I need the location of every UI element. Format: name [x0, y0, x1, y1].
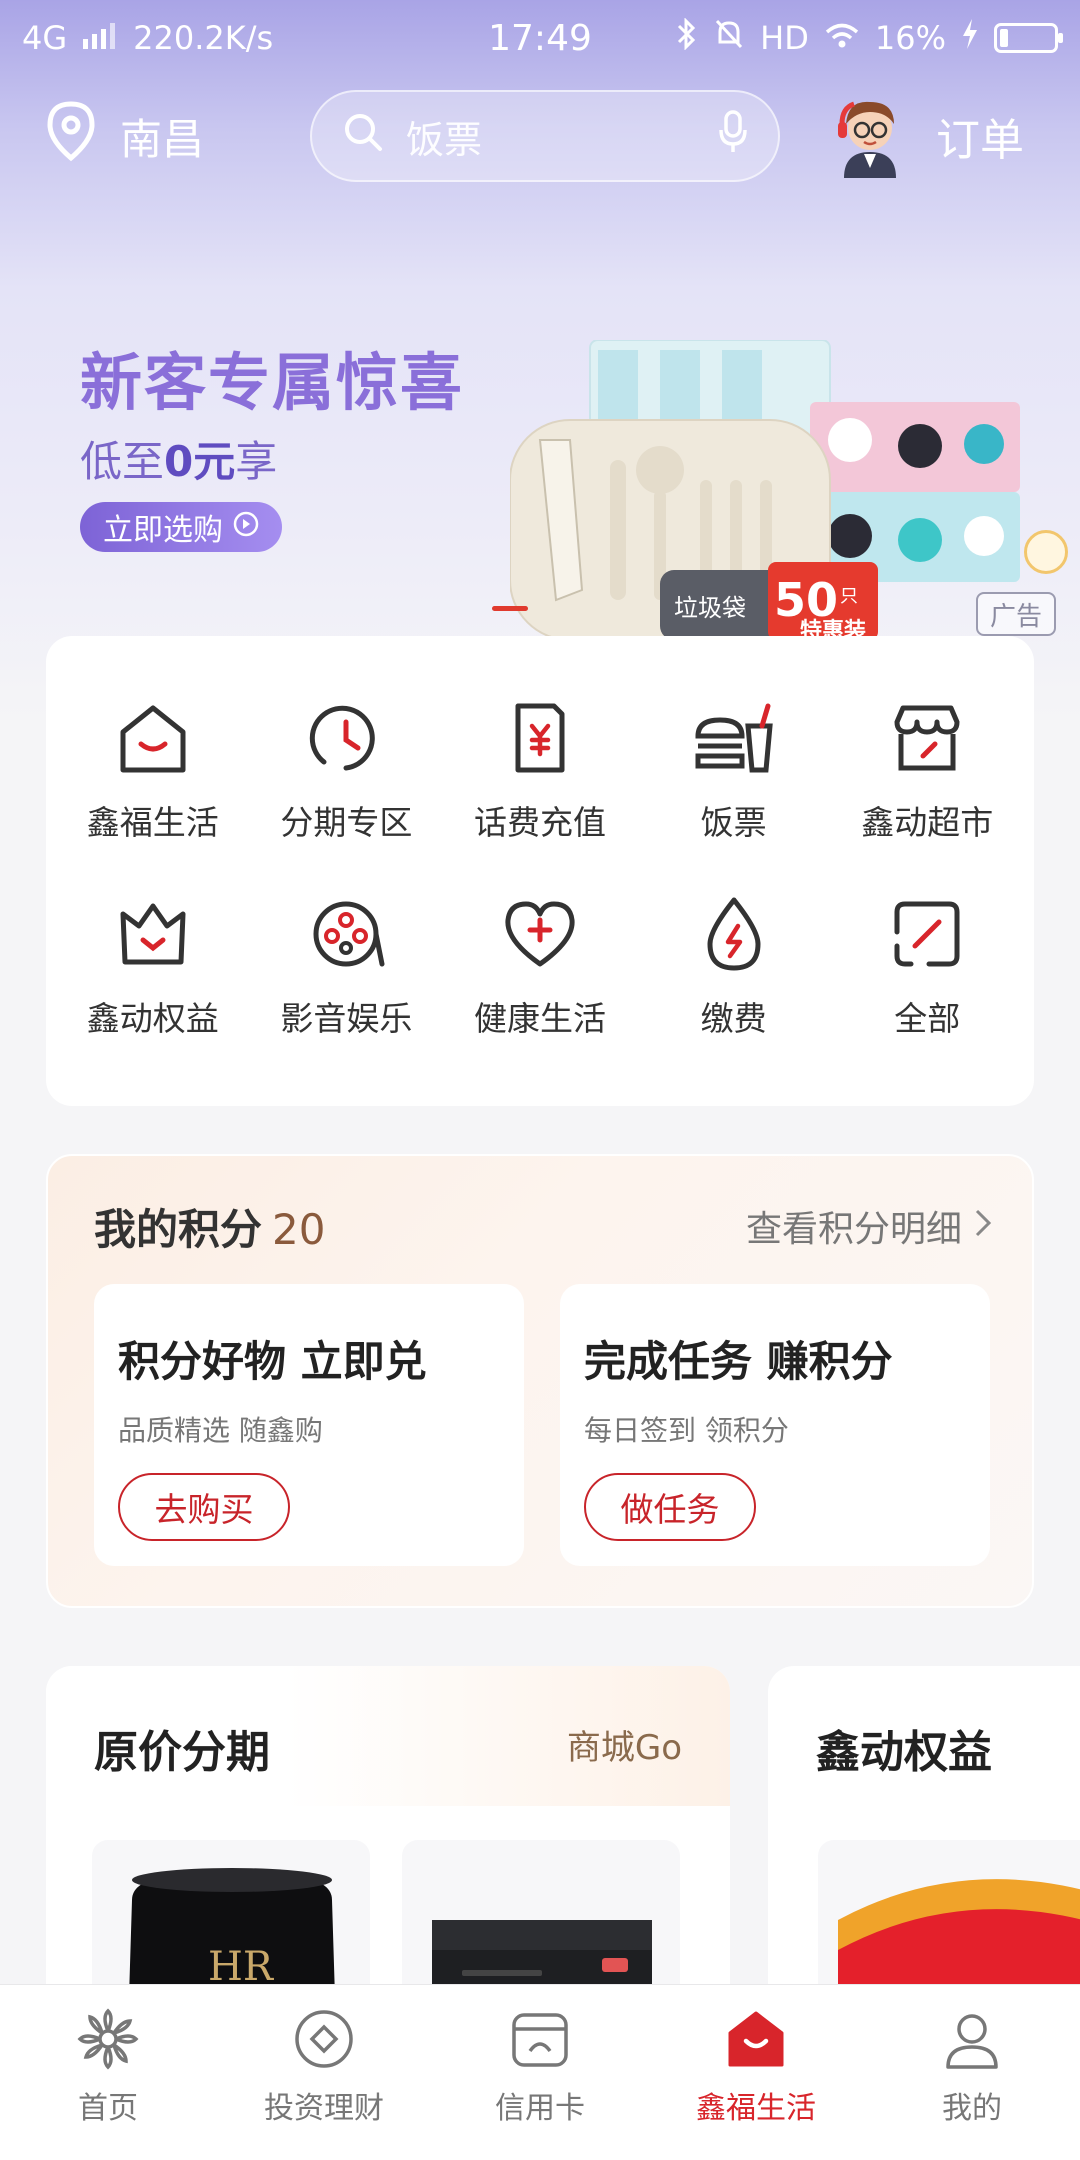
do-task-button[interactable]: 做任务	[584, 1473, 756, 1541]
phone-yen-icon	[498, 696, 582, 780]
points-task-card[interactable]: 完成任务 赚积分 每日签到 领积分 做任务	[560, 1284, 990, 1566]
bottom-nav: 首页 投资理财 信用卡 鑫福生活 我的	[0, 1984, 1080, 2160]
signal-icon	[83, 19, 117, 57]
nav-mine[interactable]: 我的	[872, 2007, 1072, 2160]
house-smile-icon	[724, 2007, 788, 2071]
bluetooth-icon	[676, 17, 698, 58]
nav-xinfu-life[interactable]: 鑫福生活	[656, 2007, 856, 2160]
chevron-right-icon	[974, 1206, 992, 1247]
grid-label: 鑫动权益	[86, 999, 219, 1038]
nav-home[interactable]: 首页	[8, 2007, 208, 2160]
burger-drink-icon	[692, 696, 776, 780]
banner-bag-text: 垃圾袋	[674, 594, 746, 622]
grid-item-payment[interactable]: 缴费	[637, 892, 831, 1040]
grid-item-installments[interactable]: 分期专区	[250, 696, 444, 844]
avatar[interactable]	[834, 94, 906, 178]
all-apps-icon	[885, 892, 969, 976]
points-card: 我的积分 20 查看积分明细 积分好物 立即兑 品质精选 随鑫购 去购买 完成任务…	[46, 1154, 1034, 1608]
points-card-desc: 品质精选 随鑫购	[118, 1414, 323, 1447]
film-reel-icon	[304, 892, 388, 976]
function-grid: 鑫福生活 分期专区 话费充值 饭票 鑫动超市 鑫动权益 影音娱乐 健康生活 缴费…	[46, 696, 1034, 1040]
mute-bell-icon	[714, 18, 744, 58]
search-icon	[342, 111, 384, 162]
grid-item-xinfu-life[interactable]: 鑫福生活	[56, 696, 250, 844]
section-title: 原价分期	[94, 1727, 270, 1778]
points-value: 20	[272, 1205, 326, 1254]
grid-label: 分期专区	[280, 803, 413, 842]
promo-banner[interactable]: 新客专属惊喜 低至0元享 立即选购 50 只 垃圾袋 特惠装 广告	[0, 200, 1080, 644]
banner-badge-unit: 只	[840, 586, 858, 607]
network-speed: 220.2K/s	[133, 19, 274, 57]
buy-button[interactable]: 去购买	[118, 1473, 290, 1541]
credit-card-icon	[508, 2007, 572, 2071]
grid-item-health[interactable]: 健康生活	[443, 892, 637, 1040]
battery-percent: 16%	[874, 19, 946, 57]
network-type: 4G	[22, 19, 68, 57]
microphone-icon[interactable]	[718, 109, 748, 163]
grid-item-rights[interactable]: 鑫动权益	[56, 892, 250, 1040]
location-pin-icon	[44, 100, 98, 172]
ad-tag: 广告	[976, 592, 1056, 636]
grid-item-entertainment[interactable]: 影音娱乐	[250, 892, 444, 1040]
nav-label: 我的	[942, 2091, 1002, 2126]
heart-plus-icon	[498, 892, 582, 976]
points-card-title: 积分好物 立即兑	[118, 1337, 427, 1386]
wifi-icon	[825, 19, 859, 57]
store-icon	[885, 696, 969, 780]
grid-item-supermarket[interactable]: 鑫动超市	[830, 696, 1024, 844]
points-card-title: 完成任务 赚积分	[584, 1337, 893, 1386]
points-card-desc: 每日签到 领积分	[584, 1414, 789, 1447]
grid-label: 健康生活	[473, 999, 606, 1038]
nav-investment[interactable]: 投资理财	[224, 2007, 424, 2160]
house-smile-icon	[111, 696, 195, 780]
carousel-indicator	[492, 606, 528, 611]
diamond-circle-icon	[292, 2007, 356, 2071]
grid-item-phone-topup[interactable]: 话费充值	[443, 696, 637, 844]
banner-subtitle: 低至0元享	[80, 437, 278, 486]
grid-label: 影音娱乐	[280, 999, 413, 1038]
orders-link[interactable]: 订单	[936, 104, 1024, 168]
points-redeem-card[interactable]: 积分好物 立即兑 品质精选 随鑫购 去购买	[94, 1284, 524, 1566]
grid-label: 鑫动超市	[861, 803, 994, 842]
points-title: 我的积分 20	[94, 1205, 326, 1254]
flower-icon	[76, 2007, 140, 2071]
city-label: 南昌	[120, 114, 205, 164]
battery-icon	[994, 23, 1063, 53]
function-grid-card: 鑫福生活 分期专区 话费充值 饭票 鑫动超市 鑫动权益 影音娱乐 健康生活 缴费…	[46, 636, 1034, 1106]
crown-icon	[111, 892, 195, 976]
installment-header: 原价分期 商城Go	[46, 1666, 730, 1806]
floating-coin-icon[interactable]	[1024, 530, 1068, 574]
nav-label: 投资理财	[264, 2091, 384, 2126]
charging-icon	[962, 19, 978, 57]
status-bar: 4G 220.2K/s 17:49 HD 16%	[0, 0, 1080, 76]
person-icon	[940, 2007, 1004, 2071]
grid-label: 话费充值	[473, 803, 606, 842]
nav-label: 鑫福生活	[696, 2091, 816, 2126]
city-selector[interactable]: 南昌	[44, 100, 294, 172]
points-detail-label: 查看积分明细	[745, 1209, 962, 1250]
grid-item-all[interactable]: 全部	[830, 892, 1024, 1040]
grid-label: 鑫福生活	[86, 803, 219, 842]
search-bar[interactable]: 饭票	[310, 90, 780, 182]
banner-title: 新客专属惊喜	[80, 346, 465, 419]
app-header: 南昌 饭票 订单	[0, 86, 1080, 186]
points-detail-link[interactable]: 查看积分明细	[746, 1200, 992, 1252]
banner-button-label: 立即选购	[103, 513, 223, 548]
water-drop-icon	[692, 892, 776, 976]
clock-icon	[304, 696, 388, 780]
nav-label: 信用卡	[495, 2091, 585, 2126]
nav-credit-card[interactable]: 信用卡	[440, 2007, 640, 2160]
play-circle-icon	[233, 510, 259, 545]
grid-item-meal-ticket[interactable]: 饭票	[637, 696, 831, 844]
banner-shop-button[interactable]: 立即选购	[80, 502, 282, 552]
search-placeholder: 饭票	[406, 117, 483, 162]
hd-label: HD	[760, 19, 809, 57]
nav-label: 首页	[78, 2091, 138, 2126]
grid-label: 饭票	[700, 803, 767, 842]
section-title: 鑫动权益	[816, 1727, 992, 1778]
grid-label: 全部	[894, 999, 961, 1038]
banner-product-image: 50 只 垃圾袋 特惠装	[509, 339, 1030, 650]
grid-label: 缴费	[700, 999, 767, 1038]
mall-go-link[interactable]: 商城Go	[567, 1720, 682, 1769]
